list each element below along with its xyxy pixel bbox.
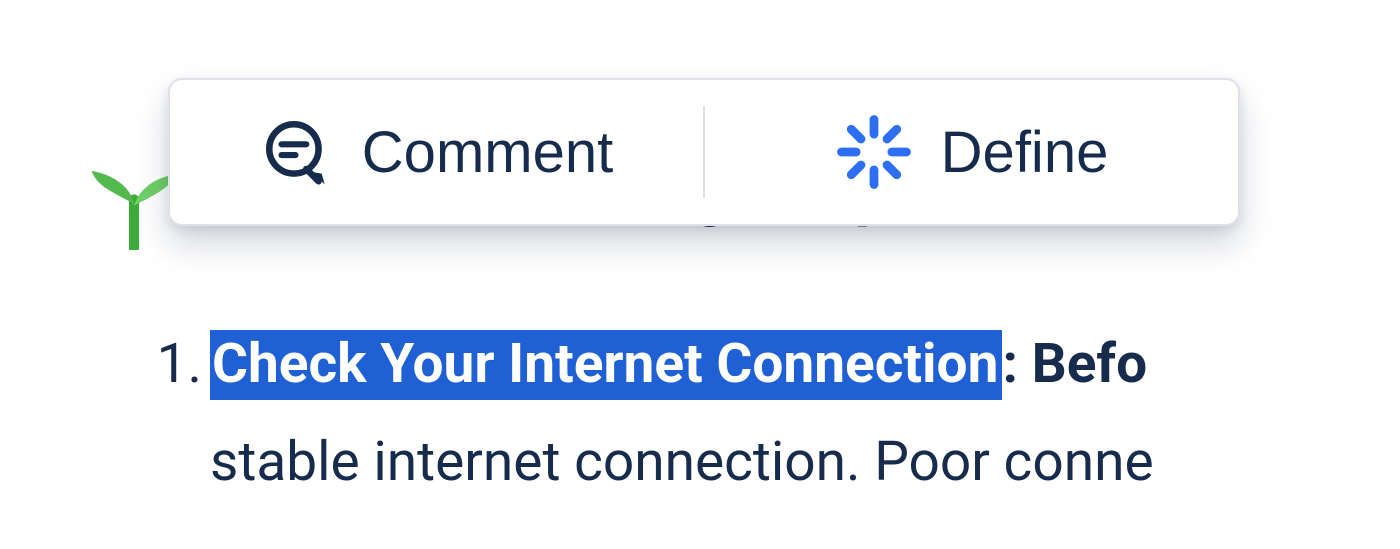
list-item-continuation: stable internet connection. Poor conne	[124, 414, 1154, 512]
selection-popover: Comment Define	[168, 78, 1240, 226]
comment-button[interactable]: Comment	[170, 80, 703, 224]
list-item-bold-tail: : Befo	[1002, 332, 1147, 396]
define-button-label: Define	[941, 119, 1109, 186]
sprout-decoration	[88, 158, 180, 250]
list-number: 1.	[124, 316, 210, 414]
ordered-list: 1.Check Your Internet Connection: Befo s…	[124, 316, 1154, 512]
selected-text[interactable]: Check Your Internet Connection	[210, 330, 1002, 400]
sparkle-icon	[835, 113, 913, 191]
define-button[interactable]: Define	[705, 80, 1238, 224]
list-item[interactable]: 1.Check Your Internet Connection: Befo	[124, 316, 1154, 414]
comment-button-label: Comment	[362, 119, 613, 186]
comment-icon	[260, 115, 334, 189]
